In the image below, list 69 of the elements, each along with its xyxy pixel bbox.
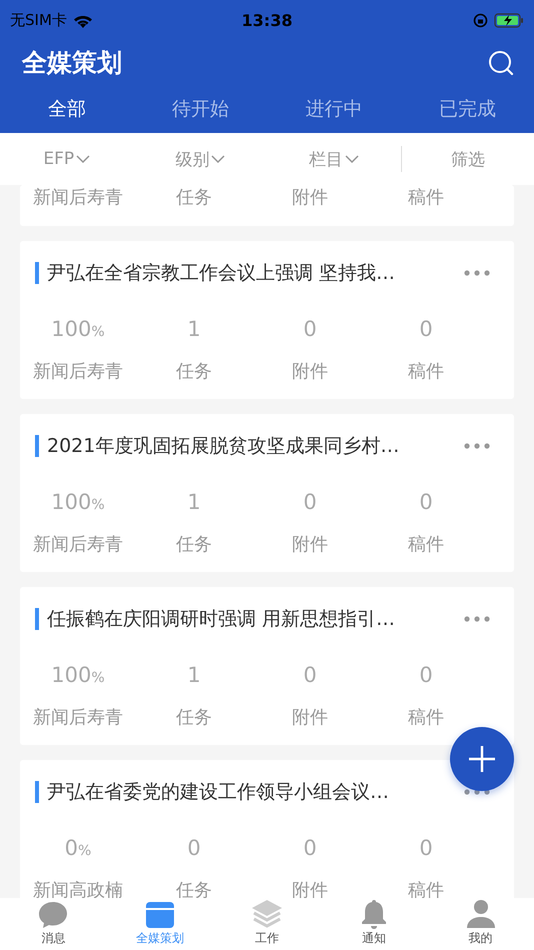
chevron-down-icon (211, 155, 226, 163)
tab-bar-item[interactable]: 工作 (214, 898, 320, 950)
stat-label: 新闻后寿青 (33, 533, 123, 557)
tab-bar-item[interactable]: 消息 (0, 898, 107, 950)
accent-bar (35, 262, 39, 284)
status-tab[interactable]: 已完成 (400, 85, 534, 133)
page-title: 全媒策划 (22, 47, 122, 79)
chevron-down-icon (76, 155, 90, 163)
status-tab[interactable]: 待开始 (134, 85, 267, 133)
stat-label: 任务 (176, 533, 212, 557)
stat-label: 新闻后寿青 (33, 186, 123, 210)
stat-label: 任务 (176, 186, 212, 210)
stat-label: 新闻后寿青 (33, 360, 123, 384)
stat-value: 0 (419, 490, 433, 516)
stat-value: 1 (187, 490, 201, 516)
battery-charging-icon (494, 12, 524, 28)
stat-value: 100% (51, 490, 105, 516)
stat-label: 附件 (292, 533, 328, 557)
rotation-lock-icon (473, 12, 488, 28)
more-icon[interactable] (464, 443, 490, 449)
stat-value: 0 (303, 490, 317, 516)
stat-label: 任务 (176, 706, 212, 730)
chat-bubble-icon (38, 901, 68, 929)
stat-value: 0 (187, 836, 201, 862)
layers-icon (250, 899, 283, 929)
stat-value: 0 (419, 663, 433, 689)
plan-card[interactable]: 2021年度巩固拓展脱贫攻坚成果同乡村… 100% 1 0 0 新闻后寿青 任务 附件 稿件 (20, 414, 514, 572)
more-icon[interactable] (464, 270, 490, 276)
chevron-down-icon (344, 155, 359, 163)
stat-value: 100% (51, 317, 105, 343)
stat-value: 0% (64, 836, 92, 862)
stat-label: 稿件 (408, 360, 444, 384)
stat-label: 新闻后寿青 (33, 706, 123, 730)
tab-bar-item[interactable]: 我的 (427, 898, 534, 950)
stat-value: 1 (187, 663, 201, 689)
stat-value: 0 (303, 836, 317, 862)
stat-value: 0 (303, 663, 317, 689)
tab-bar-item[interactable]: 通知 (320, 898, 428, 950)
accent-bar (35, 781, 39, 803)
status-time: 13:38 (242, 10, 292, 30)
search-icon[interactable] (488, 50, 514, 76)
plan-title: 尹弘在省委党的建设工作领导小组会议… (47, 780, 390, 805)
accent-bar (35, 435, 39, 457)
plan-title: 尹弘在全省宗教工作会议上强调 坚持我… (47, 261, 396, 286)
plan-title: 2021年度巩固拓展脱贫攻坚成果同乡村… (47, 434, 400, 459)
person-icon (466, 899, 496, 929)
stat-value: 1 (187, 317, 201, 343)
stat-label: 稿件 (408, 186, 444, 210)
stat-value: 0 (419, 317, 433, 343)
more-icon[interactable] (464, 616, 490, 622)
stat-label: 附件 (292, 186, 328, 210)
stat-label: 任务 (176, 360, 212, 384)
status-tab[interactable]: 全部 (0, 85, 134, 133)
stat-value: 0 (303, 317, 317, 343)
stat-value: 0 (419, 836, 433, 862)
plan-title: 任振鹤在庆阳调研时强调 用新思想指引… (47, 607, 396, 632)
status-tab[interactable]: 进行中 (267, 85, 400, 133)
stat-label: 附件 (292, 706, 328, 730)
stat-value: 100% (51, 663, 105, 689)
plan-card[interactable]: 尹弘在全省宗教工作会议上强调 坚持我… 100% 1 0 0 新闻后寿青 任务 附件 稿件 (20, 241, 514, 399)
bell-icon (360, 899, 388, 929)
stat-label: 附件 (292, 360, 328, 384)
accent-bar (35, 608, 39, 630)
folder-icon (145, 901, 176, 929)
carrier-text: 无SIM卡 (10, 10, 67, 30)
stat-label: 稿件 (408, 533, 444, 557)
stat-label: 稿件 (408, 706, 444, 730)
plus-icon (468, 745, 496, 773)
plan-card[interactable]: 任振鹤在庆阳调研时强调 用新思想指引… 100% 1 0 0 新闻后寿青 任务 附件 稿件 (20, 587, 514, 745)
